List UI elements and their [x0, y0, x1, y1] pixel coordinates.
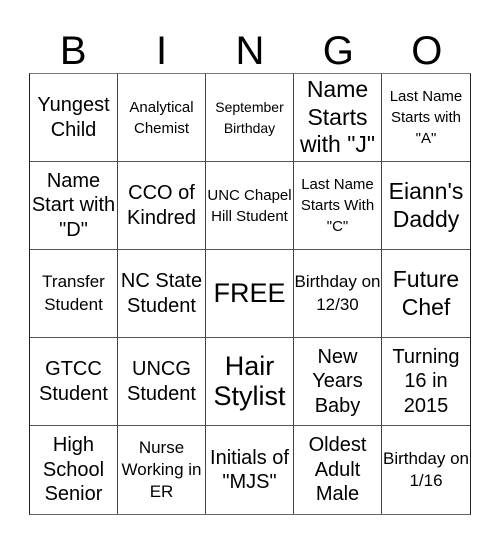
cell-text: Name Starts with "J"	[299, 76, 376, 158]
cell-text: Analytical Chemist	[129, 98, 194, 137]
bingo-cell[interactable]: Name Starts with "J"	[294, 74, 382, 162]
header-letter-b: B	[59, 29, 87, 73]
bingo-cell[interactable]: Yungest Child	[30, 74, 118, 162]
bingo-cell[interactable]: Hair Stylist	[206, 338, 294, 426]
bingo-cell[interactable]: Eiann's Daddy	[382, 162, 470, 250]
bingo-cell[interactable]: Birthday on 1/16	[382, 426, 470, 514]
cell-text: NC State Student	[120, 270, 203, 317]
bingo-cell[interactable]: Oldest Adult Male	[294, 426, 382, 514]
bingo-cell[interactable]: New Years Baby	[294, 338, 382, 426]
cell-text: Hair Stylist	[213, 350, 286, 411]
cell-text: September Birthday	[215, 99, 284, 136]
cell-text: Eiann's Daddy	[388, 177, 464, 232]
cell-text: Transfer Student	[42, 272, 105, 314]
bingo-cell[interactable]: Turning 16 in 2015	[382, 338, 470, 426]
bingo-cell[interactable]: Nurse Working in ER	[118, 426, 206, 514]
cell-text: Nurse Working in ER	[121, 437, 202, 502]
bingo-cell[interactable]: Birthday on 12/30	[294, 250, 382, 338]
cell-text: Last Name Starts with "A"	[389, 88, 463, 147]
bingo-cell[interactable]: September Birthday	[206, 74, 294, 162]
bingo-cell[interactable]: GTCC Student	[30, 338, 118, 426]
bingo-cell[interactable]: Future Chef	[382, 250, 470, 338]
bingo-cell[interactable]: Initials of "MJS"	[206, 426, 294, 514]
bingo-cell[interactable]: Name Start with "D"	[30, 162, 118, 250]
bingo-cell[interactable]: Last Name Starts with "A"	[382, 74, 470, 162]
cell-text: High School Senior	[42, 434, 105, 506]
cell-text: Name Start with "D"	[31, 169, 116, 241]
cell-text: Yungest Child	[37, 94, 110, 141]
free-space[interactable]: FREE	[206, 250, 294, 338]
bingo-cell[interactable]: CCO of Kindred	[118, 162, 206, 250]
cell-text: Birthday on 1/16	[383, 448, 469, 490]
cell-text: UNCG Student	[127, 358, 196, 405]
bingo-cell[interactable]: NC State Student	[118, 250, 206, 338]
cell-text: Future Chef	[392, 265, 460, 320]
cell-text: Turning 16 in 2015	[392, 345, 460, 417]
bingo-header: B I N G O	[29, 30, 471, 73]
cell-text: FREE	[213, 277, 286, 308]
header-letter-n: N	[235, 29, 265, 73]
bingo-cell[interactable]: Analytical Chemist	[118, 74, 206, 162]
cell-text: GTCC Student	[39, 358, 108, 405]
cell-text: UNC Chapel Hill Student	[207, 186, 292, 225]
cell-text: Birthday on 12/30	[294, 272, 381, 314]
bingo-grid: Yungest Child Analytical Chemist Septemb…	[29, 73, 471, 515]
header-letter-o: O	[411, 29, 443, 73]
bingo-cell[interactable]: High School Senior	[30, 426, 118, 514]
bingo-cell[interactable]: Transfer Student	[30, 250, 118, 338]
bingo-cell[interactable]: UNC Chapel Hill Student	[206, 162, 294, 250]
header-letter-g: G	[322, 29, 354, 73]
cell-text: Last Name Starts With "C"	[300, 176, 375, 235]
bingo-cell[interactable]: UNCG Student	[118, 338, 206, 426]
bingo-cell[interactable]: Last Name Starts With "C"	[294, 162, 382, 250]
header-letter-i: I	[156, 29, 168, 73]
cell-text: Oldest Adult Male	[308, 434, 367, 506]
cell-text: New Years Baby	[312, 345, 363, 417]
cell-text: CCO of Kindred	[127, 182, 196, 229]
cell-text: Initials of "MJS"	[210, 446, 289, 493]
